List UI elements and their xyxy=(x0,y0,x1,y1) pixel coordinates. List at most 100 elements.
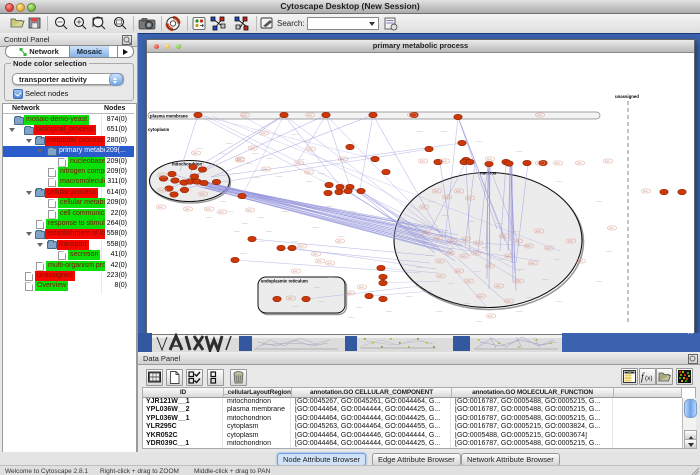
svg-text:xxxxxx: xxxxxx xyxy=(468,221,475,223)
svg-text:xxxx: xxxx xyxy=(605,161,610,163)
svg-text:xxxxxx: xxxxxx xyxy=(233,173,240,175)
svg-text:xxxxxx: xxxxxx xyxy=(596,201,603,203)
svg-text:xxxx: xxxx xyxy=(261,133,266,135)
svg-text:xxxxxx: xxxxxx xyxy=(474,271,481,273)
svg-text:xxxxxx: xxxxxx xyxy=(348,317,355,319)
svg-text:xxxxxx: xxxxxx xyxy=(518,269,525,271)
svg-text:xxxxxx: xxxxxx xyxy=(291,134,298,136)
svg-text:xxxxxx: xxxxxx xyxy=(258,241,265,243)
svg-text:xxxxxx: xxxxxx xyxy=(314,287,321,289)
svg-text:xxxx: xxxx xyxy=(337,241,342,243)
svg-text:mitochondrion: mitochondrion xyxy=(172,162,202,167)
svg-text:xxxxxx: xxxxxx xyxy=(526,297,533,299)
svg-text:xxxxxx: xxxxxx xyxy=(306,181,313,183)
svg-text:xxxx: xxxx xyxy=(306,172,311,174)
svg-text:xxxx: xxxx xyxy=(643,191,648,193)
svg-text:xxxxxx: xxxxxx xyxy=(442,215,449,217)
svg-text:xxxxxx: xxxxxx xyxy=(318,301,325,303)
svg-text:xxxxxx: xxxxxx xyxy=(498,259,505,261)
svg-text:xxxxxx: xxxxxx xyxy=(266,231,273,233)
svg-text:xxxxxx: xxxxxx xyxy=(242,223,249,225)
svg-text:xxxxxx: xxxxxx xyxy=(276,176,283,178)
svg-text:xxxx: xxxx xyxy=(488,316,493,318)
svg-text:xxxx: xxxx xyxy=(299,246,304,248)
svg-text:xxxx: xxxx xyxy=(317,261,322,263)
svg-text:xxxx: xxxx xyxy=(308,149,313,151)
svg-text:xxxxxx: xxxxxx xyxy=(406,296,413,298)
svg-text:xxxx: xxxx xyxy=(578,261,583,263)
svg-text:xxxxxx: xxxxxx xyxy=(556,301,563,303)
svg-text:plasma membrane: plasma membrane xyxy=(150,114,188,119)
svg-text:xxxxxx: xxxxxx xyxy=(206,217,213,219)
svg-text:xxxxxx: xxxxxx xyxy=(596,281,603,283)
svg-text:xxxx: xxxx xyxy=(293,271,298,273)
svg-text:xxxxxx: xxxxxx xyxy=(356,307,363,309)
svg-text:xxxxxx: xxxxxx xyxy=(254,177,261,179)
svg-text:xxxx: xxxx xyxy=(359,287,364,289)
svg-text:xxxxxx: xxxxxx xyxy=(266,158,273,160)
svg-text:xxxxxx: xxxxxx xyxy=(386,311,393,313)
svg-text:xxxxxx: xxxxxx xyxy=(252,153,259,155)
svg-text:xxxxxx: xxxxxx xyxy=(464,303,471,305)
svg-text:cytoplasm: cytoplasm xyxy=(148,127,169,132)
svg-text:xxxx: xxxx xyxy=(158,207,163,209)
svg-text:xxxxxx: xxxxxx xyxy=(556,181,563,183)
svg-text:xxxx: xxxx xyxy=(442,161,447,163)
svg-text:xxxxxx: xxxxxx xyxy=(234,231,241,233)
svg-text:xxxx: xxxx xyxy=(327,263,332,265)
svg-text:xxxxxx: xxxxxx xyxy=(240,253,247,255)
svg-text:xxxx: xxxx xyxy=(250,148,255,150)
svg-text:xxxxxx: xxxxxx xyxy=(338,236,345,238)
svg-text:xxxx: xxxx xyxy=(609,228,614,230)
svg-text:xxxxxx: xxxxxx xyxy=(476,141,483,143)
svg-text:xxxxxx: xxxxxx xyxy=(219,153,226,155)
svg-text:xxxxxx: xxxxxx xyxy=(496,223,503,225)
svg-text:xxxxxx: xxxxxx xyxy=(416,131,423,133)
svg-text:xxxxxx: xxxxxx xyxy=(312,227,319,229)
svg-text:xxxxxx: xxxxxx xyxy=(516,311,523,313)
svg-text:xxxxxx: xxxxxx xyxy=(494,309,501,311)
svg-text:xxxxxx: xxxxxx xyxy=(292,306,299,308)
svg-text:xxxx: xxxx xyxy=(193,153,198,155)
svg-text:xxxxxx: xxxxxx xyxy=(326,206,333,208)
svg-text:xxxxxx: xxxxxx xyxy=(303,141,310,143)
svg-text:unassigned: unassigned xyxy=(615,94,639,99)
svg-text:xxxx: xxxx xyxy=(206,209,211,211)
svg-text:xxxxxx: xxxxxx xyxy=(328,277,335,279)
svg-text:xxxx: xxxx xyxy=(219,212,224,214)
svg-text:xxxx: xxxx xyxy=(247,210,252,212)
svg-text:xxxxxx: xxxxxx xyxy=(542,279,549,281)
svg-text:xxxx: xxxx xyxy=(487,159,492,161)
svg-text:(x): (x) xyxy=(645,375,653,382)
svg-text:xxxxxx: xxxxxx xyxy=(512,231,519,233)
svg-text:xxxxxx: xxxxxx xyxy=(516,151,523,153)
svg-text:xxxx: xxxx xyxy=(313,254,318,256)
svg-text:xxxxxx: xxxxxx xyxy=(227,211,234,213)
svg-text:xxxxxx: xxxxxx xyxy=(246,163,253,165)
svg-text:xxxxxx: xxxxxx xyxy=(220,201,227,203)
svg-text:xxxxxx: xxxxxx xyxy=(258,217,265,219)
svg-text:xxxxxx: xxxxxx xyxy=(226,143,233,145)
svg-text:xxxxxx: xxxxxx xyxy=(436,311,443,313)
svg-text:xxxxxx: xxxxxx xyxy=(282,211,289,213)
svg-text:xxxxxx: xxxxxx xyxy=(364,223,371,225)
svg-text:endoplasmic reticulum: endoplasmic reticulum xyxy=(261,279,308,284)
svg-text:xxxx: xxxx xyxy=(185,209,190,211)
svg-text:xxxxxx: xxxxxx xyxy=(448,283,455,285)
svg-text:xxxxxx: xxxxxx xyxy=(298,159,305,161)
svg-text:xxxxxx: xxxxxx xyxy=(606,251,613,253)
svg-text:xxxxxx: xxxxxx xyxy=(476,321,483,323)
svg-text:xxxxxx: xxxxxx xyxy=(428,201,435,203)
svg-text:xxxx: xxxx xyxy=(555,163,560,165)
svg-text:xxxx: xxxx xyxy=(420,161,425,163)
svg-text:xxxxxx: xxxxxx xyxy=(348,211,355,213)
svg-text:xxxxxx: xxxxxx xyxy=(292,241,299,243)
svg-text:xxxxxx: xxxxxx xyxy=(441,131,448,133)
svg-text:xxxxxx: xxxxxx xyxy=(482,247,489,249)
svg-text:xxxxxx: xxxxxx xyxy=(416,267,423,269)
svg-text:xxxxxx: xxxxxx xyxy=(196,148,203,150)
svg-text:xxxxxx: xxxxxx xyxy=(318,173,325,175)
svg-text:xxxxxx: xxxxxx xyxy=(554,259,561,261)
svg-text:xxxxxx: xxxxxx xyxy=(426,255,433,257)
svg-text:xxxx: xxxx xyxy=(577,163,582,165)
